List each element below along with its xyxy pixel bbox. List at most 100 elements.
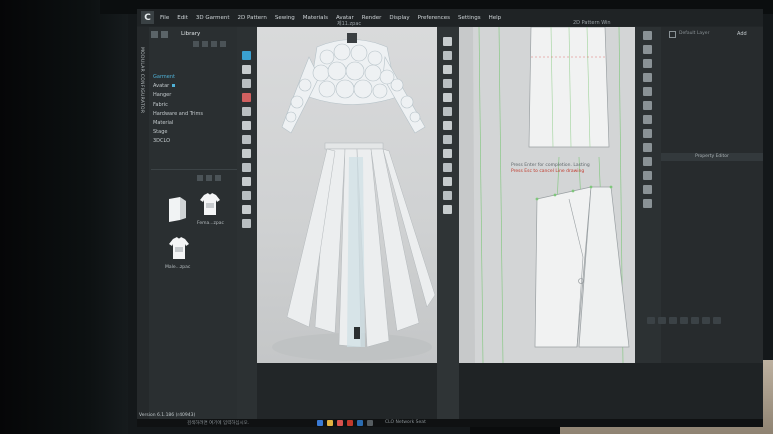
version-label: Version 6.1.186 (r40943) [139, 413, 196, 418]
panel-icon-2[interactable] [643, 45, 652, 54]
view-icon-5[interactable] [691, 317, 699, 324]
search-icon[interactable] [197, 175, 203, 181]
tree-item-3dclo[interactable]: 3DCLO [153, 137, 237, 146]
library-side-strip: MODULAR CONFIGURATOR [137, 27, 149, 419]
tree-item-garment[interactable]: Garment [153, 73, 237, 82]
app-logo-icon[interactable]: C [141, 11, 154, 24]
menu-2d-pattern[interactable]: 2D Pattern [238, 15, 267, 21]
menu-materials[interactable]: Materials [303, 15, 328, 21]
thumbnail-folder[interactable] [164, 193, 194, 225]
view-icon-4[interactable] [680, 317, 688, 324]
tree-item-fabric[interactable]: Fabric [153, 101, 237, 110]
panel-icon-11[interactable] [643, 171, 652, 180]
menu-help[interactable]: Help [489, 15, 502, 21]
panel-icon-10[interactable] [643, 157, 652, 166]
panel-icon-3[interactable] [643, 59, 652, 68]
layer-label: Default Layer [679, 31, 710, 36]
view-icon-2[interactable] [658, 317, 666, 324]
menu-preferences[interactable]: Preferences [418, 15, 450, 21]
fold-icon[interactable] [242, 121, 251, 130]
simulation-icon[interactable] [242, 93, 251, 102]
button-tool-icon[interactable] [242, 177, 251, 186]
layer-checkbox[interactable] [669, 31, 676, 38]
polygon-icon[interactable] [443, 65, 452, 74]
taskbar-search-input[interactable]: 검색하려면 여기에 입력하십시오. [187, 420, 249, 426]
menu-edit[interactable]: Edit [177, 15, 188, 21]
chrome-icon[interactable] [337, 420, 343, 426]
dart-icon[interactable] [443, 149, 452, 158]
taskbar-active-window[interactable]: CLO Network Seat [385, 420, 426, 425]
trim-icon[interactable] [242, 205, 251, 214]
add-folder-icon[interactable] [193, 41, 199, 47]
library-home-icon[interactable] [151, 30, 158, 38]
segment-sewing-icon[interactable] [443, 121, 452, 130]
panel-icon-5[interactable] [643, 87, 652, 96]
photoshop-icon[interactable] [357, 420, 363, 426]
modular-configurator-tab[interactable]: MODULAR CONFIGURATOR [139, 47, 144, 113]
notch-icon[interactable] [443, 205, 452, 214]
edit-pattern-icon[interactable] [443, 51, 452, 60]
internal-line-icon[interactable] [443, 107, 452, 116]
avatar-tool-icon[interactable] [242, 219, 251, 228]
acrobat-icon[interactable] [347, 420, 353, 426]
grid-view-icon[interactable] [215, 175, 221, 181]
tree-item-stage[interactable]: Stage [153, 128, 237, 137]
window-title: 제11.zpac [337, 21, 362, 27]
tree-item-hardware-trims[interactable]: Hardware and Trims [153, 110, 237, 119]
menu-file[interactable]: File [160, 15, 169, 21]
panel-icon-7[interactable] [643, 115, 652, 124]
list-view-icon[interactable] [220, 41, 226, 47]
pattern-select-icon[interactable] [443, 37, 452, 46]
panel-icon-4[interactable] [643, 73, 652, 82]
3d-garment-viewport[interactable] [257, 27, 437, 363]
menu-sewing[interactable]: Sewing [275, 15, 295, 21]
view-icon-7[interactable] [713, 317, 721, 324]
select-move-icon[interactable] [242, 51, 251, 60]
panel-icon-13[interactable] [643, 199, 652, 208]
thumbnail-label-female: Fema...zpac [197, 221, 224, 226]
add-button[interactable]: Add [737, 31, 747, 37]
ruler-icon[interactable] [443, 191, 452, 200]
view-icon-1[interactable] [647, 317, 655, 324]
free-sewing-icon[interactable] [443, 135, 452, 144]
circle-icon[interactable] [443, 93, 452, 102]
zipper-icon[interactable] [242, 191, 251, 200]
measure-icon[interactable] [242, 135, 251, 144]
tack-icon[interactable] [242, 107, 251, 116]
rectangle-icon[interactable] [443, 79, 452, 88]
filter-icon[interactable] [206, 175, 212, 181]
browser-icon[interactable] [317, 420, 323, 426]
menu-display[interactable]: Display [389, 15, 409, 21]
2d-pattern-viewport[interactable]: Press Enter for completion. Lasting Pres… [459, 27, 635, 363]
tree-item-avatar[interactable]: Avatar [153, 82, 237, 91]
menu-render[interactable]: Render [362, 15, 382, 21]
thumbnail-male-garment[interactable] [164, 233, 194, 265]
tree-item-hanger[interactable]: Hanger [153, 91, 237, 100]
select-mesh-icon[interactable] [242, 65, 251, 74]
view-icon-6[interactable] [702, 317, 710, 324]
library-search-row [197, 175, 221, 181]
menu-3d-garment[interactable]: 3D Garment [196, 15, 230, 21]
grading-icon[interactable] [443, 177, 452, 186]
clo-icon[interactable] [367, 420, 373, 426]
panel-icon-12[interactable] [643, 185, 652, 194]
panel-icon-8[interactable] [643, 129, 652, 138]
tree-item-material[interactable]: Material [153, 119, 237, 128]
pin-icon[interactable] [242, 79, 251, 88]
upload-icon[interactable] [202, 41, 208, 47]
thumbnail-female-garment[interactable] [195, 189, 225, 221]
topstitch-icon[interactable] [242, 163, 251, 172]
pleat-icon[interactable] [443, 163, 452, 172]
panel-icon-6[interactable] [643, 101, 652, 110]
texture-icon[interactable] [242, 149, 251, 158]
library-panel: MODULAR CONFIGURATOR Library Garment Ava… [137, 27, 237, 419]
menu-settings[interactable]: Settings [458, 15, 481, 21]
view-icon-3[interactable] [669, 317, 677, 324]
refresh-icon[interactable] [211, 41, 217, 47]
panel-icon-1[interactable] [643, 31, 652, 40]
explorer-icon[interactable] [327, 420, 333, 426]
library-folder-icon[interactable] [161, 30, 168, 38]
menu-bar: C File Edit 3D Garment 2D Pattern Sewing… [137, 9, 763, 26]
panel-icon-9[interactable] [643, 143, 652, 152]
tshirt-icon [200, 193, 220, 215]
